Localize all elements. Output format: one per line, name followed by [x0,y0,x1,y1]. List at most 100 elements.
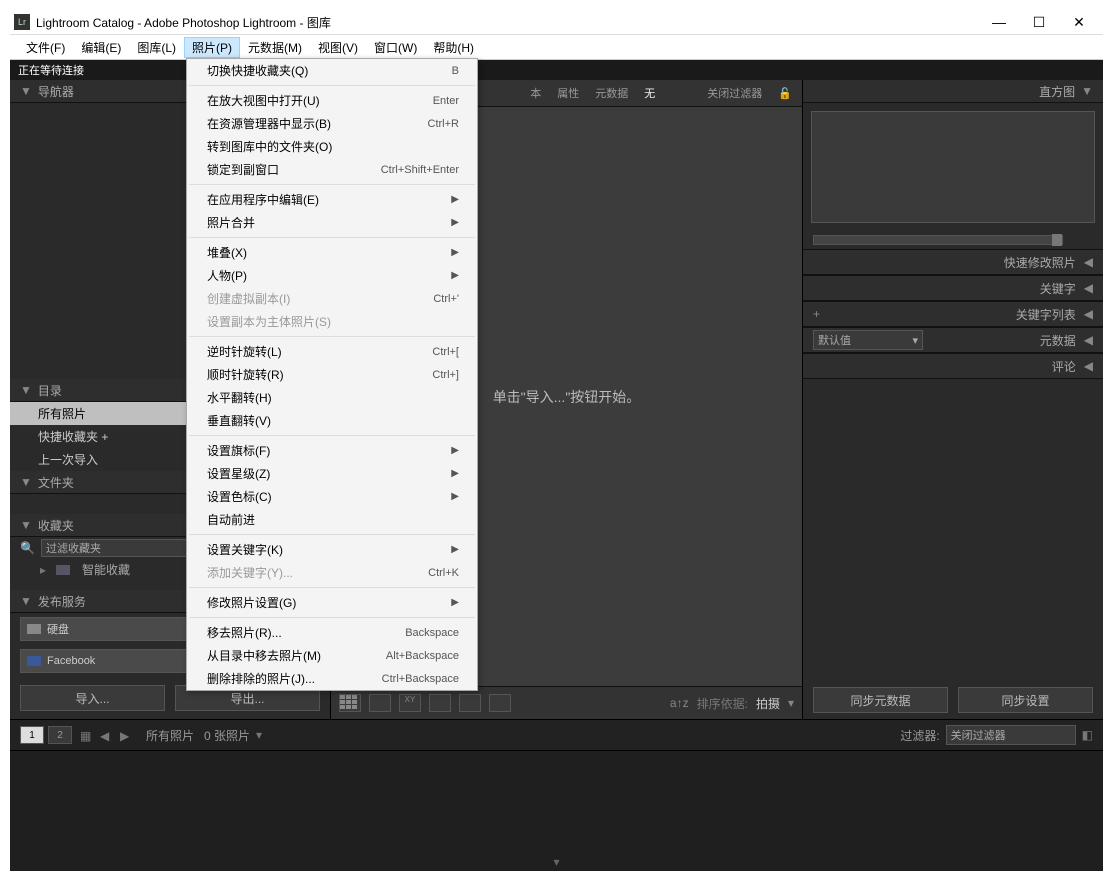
folders-label: 文件夹 [38,474,74,491]
keywords-label: 关键字 [1040,280,1076,297]
catalog-label: 目录 [38,382,62,399]
add-keyword-icon[interactable]: + [813,307,820,321]
chevron-down-icon: ▼ [20,84,32,98]
filter-tab-metadata[interactable]: 元数据 [595,85,628,101]
loupe-view-icon[interactable] [369,694,391,712]
menu-item[interactable]: 垂直翻转(V) [187,409,477,432]
filter-toggle-icon[interactable]: ◧ [1082,728,1093,742]
secondary-toolbar: 1 2 ▦ ◀ ▶ 所有照片 0 张照片 ▾ 过滤器: 关闭过滤器 ◧ [10,719,1103,750]
chevron-down-icon[interactable]: ▾ [256,728,262,742]
forward-icon[interactable]: ▶ [120,729,132,741]
menu-item[interactable]: 水平翻转(H) [187,386,477,409]
smart-collection-icon [56,565,70,575]
menu-item[interactable]: 修改照片设置(G)▶ [187,591,477,614]
menu-item[interactable]: 在放大视图中打开(U)Enter [187,89,477,112]
menu-bar: 文件(F) 编辑(E) 图库(L) 照片(P) 元数据(M) 视图(V) 窗口(… [10,35,1103,60]
thumbnail-slider[interactable] [813,235,1063,245]
chevron-left-icon: ◀ [1084,255,1093,269]
window-title: Lightroom Catalog - Adobe Photoshop Ligh… [36,14,979,31]
menu-item[interactable]: 设置色标(C)▶ [187,485,477,508]
sort-label: 排序依据: [697,695,748,712]
filter-tab-text[interactable]: 本 [530,85,541,101]
metadata-header[interactable]: 默认值▾ 元数据◀ [803,327,1103,353]
harddrive-icon [27,624,41,634]
chevron-down-icon[interactable]: ▾ [788,696,794,710]
histogram-header[interactable]: 直方图 ▼ [803,80,1103,103]
menu-item[interactable]: 照片合并▶ [187,211,477,234]
chevron-left-icon: ◀ [1084,333,1093,347]
menu-item[interactable]: 堆叠(X)▶ [187,241,477,264]
page-1[interactable]: 1 [20,726,44,744]
close-button[interactable]: ✕ [1059,14,1099,31]
menu-file[interactable]: 文件(F) [18,37,73,58]
grid-view-icon[interactable] [339,694,361,712]
sort-direction-icon[interactable]: a↑z [670,696,689,710]
menu-item[interactable]: 人物(P)▶ [187,264,477,287]
sort-value[interactable]: 拍摄 [756,695,780,712]
menu-item[interactable]: 从目录中移去照片(M)Alt+Backspace [187,644,477,667]
menu-item[interactable]: 锁定到副窗口Ctrl+Shift+Enter [187,158,477,181]
menu-item[interactable]: 设置关键字(K)▶ [187,538,477,561]
compare-view-icon[interactable]: XY [399,694,421,712]
chevron-down-icon: ▼ [1081,84,1093,98]
import-button[interactable]: 导入... [20,685,165,711]
sync-settings-button[interactable]: 同步设置 [958,687,1093,713]
people-view-icon[interactable] [459,694,481,712]
filter-tab-attribute[interactable]: 属性 [557,85,579,101]
lock-icon[interactable]: 🔓 [778,87,792,100]
menu-edit[interactable]: 编辑(E) [73,37,129,58]
survey-view-icon[interactable] [429,694,451,712]
menu-library[interactable]: 图库(L) [129,37,184,58]
filter-off-dropdown[interactable]: 关闭过滤器 [707,85,762,101]
chevron-down-icon: ▼ [20,383,32,397]
menu-metadata[interactable]: 元数据(M) [240,37,310,58]
menu-item[interactable]: 移去照片(R)...Backspace [187,621,477,644]
menu-help[interactable]: 帮助(H) [425,37,482,58]
chevron-right-icon[interactable]: ▸ [40,563,46,577]
chevron-down-icon: ▼ [20,518,32,532]
minimize-button[interactable]: — [979,14,1019,30]
smart-collections-item[interactable]: 智能收藏 [82,561,130,578]
comments-header[interactable]: 评论◀ [803,353,1103,379]
filter-label: 过滤器: [900,727,939,744]
title-bar: Lr Lightroom Catalog - Adobe Photoshop L… [10,10,1103,35]
grid-icon[interactable]: ▦ [80,729,92,741]
menu-item[interactable]: 顺时针旋转(R)Ctrl+] [187,363,477,386]
histogram-box [811,111,1095,223]
collections-label: 收藏夹 [38,517,74,534]
facebook-icon [27,656,41,666]
filter-tab-none[interactable]: 无 [644,85,655,101]
chevron-down-icon[interactable]: ▾ [553,855,559,869]
menu-item[interactable]: 在资源管理器中显示(B)Ctrl+R [187,112,477,135]
keywordlist-label: 关键字列表 [1016,306,1076,323]
keywordlist-header[interactable]: +关键字列表◀ [803,301,1103,327]
filmstrip: ▾ [10,750,1103,871]
menu-view[interactable]: 视图(V) [310,37,366,58]
menu-item[interactable]: 删除排除的照片(J)...Ctrl+Backspace [187,667,477,690]
publish-label: 发布服务 [38,593,86,610]
menu-item[interactable]: 设置旗标(F)▶ [187,439,477,462]
quickdev-header[interactable]: 快速修改照片 ◀ [803,249,1103,275]
menu-item[interactable]: 自动前进 [187,508,477,531]
menu-item[interactable]: 逆时针旋转(L)Ctrl+[ [187,340,477,363]
menu-item[interactable]: 转到图库中的文件夹(O) [187,135,477,158]
metadata-preset-select[interactable]: 默认值▾ [813,330,923,350]
menu-window[interactable]: 窗口(W) [366,37,425,58]
menu-item[interactable]: 在应用程序中编辑(E)▶ [187,188,477,211]
spray-icon[interactable] [489,694,511,712]
chevron-down-icon: ▼ [20,594,32,608]
menu-photo[interactable]: 照片(P) [184,37,240,58]
back-icon[interactable]: ◀ [100,729,112,741]
page-2[interactable]: 2 [48,726,72,744]
breadcrumb-path[interactable]: 所有照片 [146,727,194,744]
menu-item[interactable]: 切换快捷收藏夹(Q)B [187,59,477,82]
filter-preset-select[interactable]: 关闭过滤器 [946,725,1076,745]
histogram-label: 直方图 [1039,83,1075,100]
sync-metadata-button[interactable]: 同步元数据 [813,687,948,713]
menu-item[interactable]: 设置星级(Z)▶ [187,462,477,485]
maximize-button[interactable]: ☐ [1019,14,1059,31]
keywords-header[interactable]: 关键字◀ [803,275,1103,301]
quickdev-label: 快速修改照片 [1004,254,1076,271]
comments-label: 评论 [1052,358,1076,375]
menu-item: 设置副本为主体照片(S) [187,310,477,333]
